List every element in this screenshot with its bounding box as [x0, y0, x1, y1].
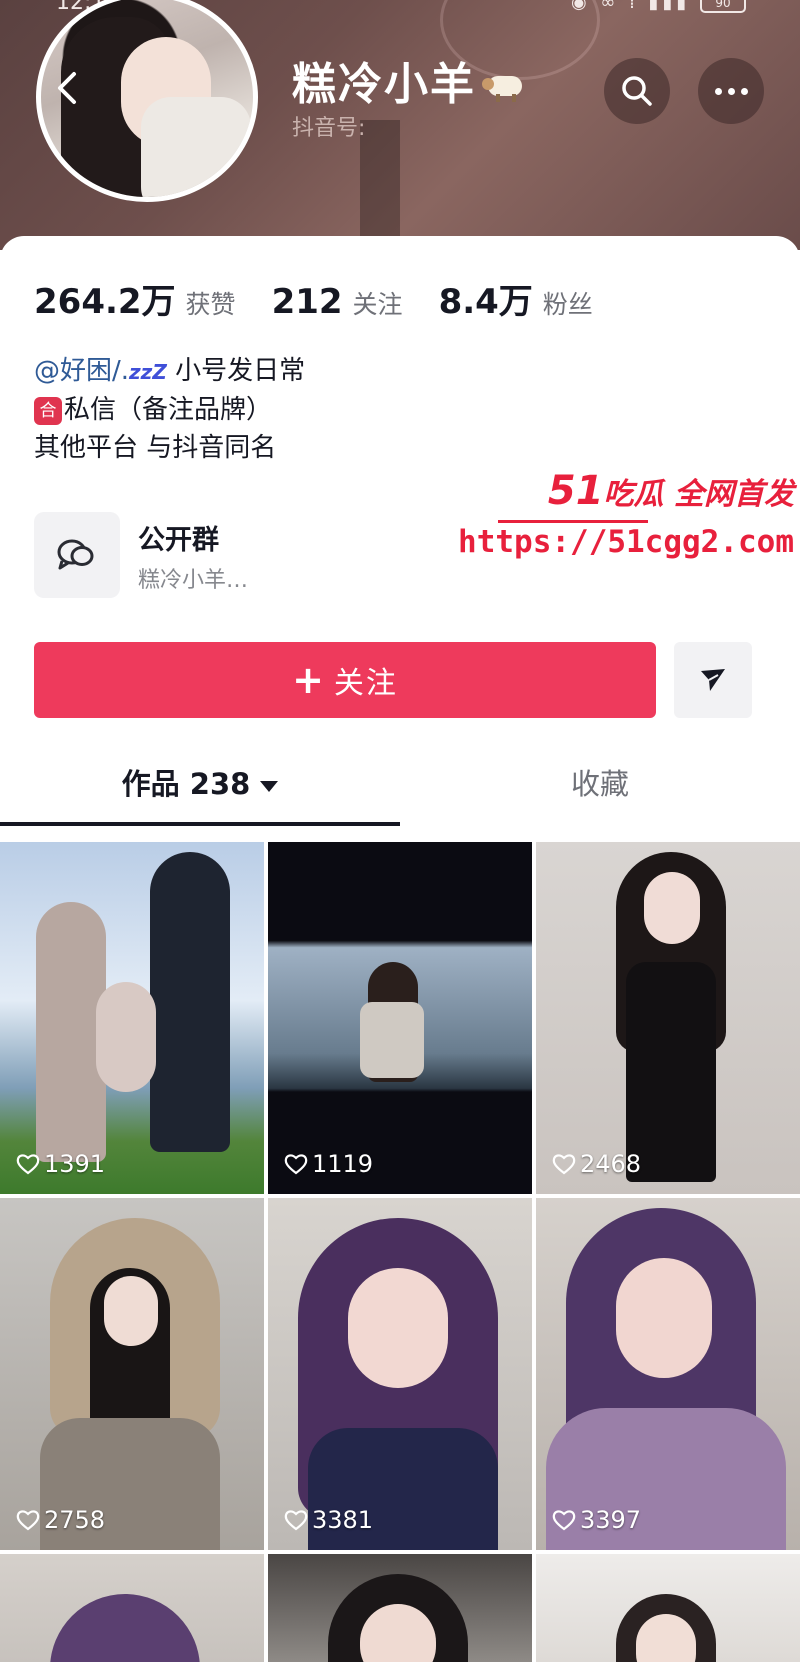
sleep-zzz-icon: zzZ	[129, 360, 167, 384]
like-count: 1391	[16, 1150, 105, 1178]
heart-icon	[552, 1154, 576, 1175]
status-icons: ◉ ∞ ⁞ ▮▮▮ 90	[571, 0, 746, 13]
profile-banner: 12:17 ◉ ∞ ⁞ ▮▮▮ 90 糕冷小羊 抖音号:	[0, 0, 800, 250]
watermark-brand-text: 吃瓜 全网首发	[603, 477, 794, 512]
tab-works[interactable]: 作品 238	[0, 746, 400, 826]
watermark-brand-number: 51	[547, 468, 604, 514]
caret-down-icon	[260, 780, 279, 792]
search-icon	[622, 76, 652, 106]
tab-works-label: 作品 238	[121, 767, 251, 801]
video-tile[interactable]: 2468	[536, 842, 800, 1194]
like-count-value: 3381	[312, 1506, 374, 1534]
heart-icon	[284, 1154, 308, 1175]
heart-icon	[552, 1510, 576, 1531]
battery-icon: 90	[700, 0, 746, 13]
stat-likes[interactable]: 264.2万 获赞	[34, 274, 236, 323]
more-icon	[714, 87, 748, 95]
watermark: 51吃瓜 全网首发 https://51cgg2.com	[458, 468, 794, 588]
bio-line: 其他平台 与抖音同名	[34, 433, 277, 463]
heart-icon	[16, 1510, 40, 1531]
watermark-url: https://51cgg2.com	[458, 524, 794, 560]
douyin-id-label: 抖音号:	[292, 116, 366, 141]
video-tile[interactable]: 3381	[268, 1198, 532, 1550]
like-count: 2468	[552, 1150, 641, 1178]
video-tile[interactable]	[536, 1554, 800, 1662]
bio-text: 私信（备注品牌）	[64, 395, 273, 425]
active-tab-indicator	[0, 822, 400, 826]
back-button[interactable]	[46, 66, 90, 110]
stat-value: 8.4万	[438, 282, 533, 322]
bio-line: @好困/.zzZ 小号发日常	[34, 352, 305, 391]
heart-icon	[16, 1154, 40, 1175]
profile-tabs: 作品 238 收藏	[0, 746, 800, 826]
search-button[interactable]	[604, 58, 670, 124]
group-chat-icon	[34, 512, 120, 598]
video-tile[interactable]: 1391	[0, 842, 264, 1194]
plus-icon: +	[292, 658, 326, 702]
like-count-value: 3397	[580, 1506, 642, 1534]
sheep-emoji-icon	[482, 72, 526, 102]
bio-mention-link[interactable]: @好困/.	[34, 356, 129, 386]
cooperation-badge-icon: 合	[34, 397, 62, 425]
group-title: 公开群	[138, 525, 219, 556]
video-tile[interactable]	[268, 1554, 532, 1662]
like-count-value: 2758	[44, 1506, 106, 1534]
profile-bio: @好困/.zzZ 小号发日常 合私信（备注品牌） 其他平台 与抖音同名	[34, 352, 305, 467]
follow-button[interactable]: + 关注	[34, 642, 656, 718]
like-count: 2758	[16, 1506, 105, 1534]
watermark-divider	[498, 520, 648, 523]
heart-icon	[284, 1510, 308, 1531]
like-count-value: 2468	[580, 1150, 642, 1178]
profile-stats: 264.2万 获赞 212 关注 8.4万 粉丝	[34, 274, 629, 323]
stat-label: 获赞	[185, 290, 236, 319]
video-tile[interactable]	[0, 1554, 264, 1662]
stat-value: 264.2万	[34, 282, 176, 322]
bio-line: 合私信（备注品牌）	[34, 391, 305, 429]
tab-favorites[interactable]: 收藏	[400, 746, 800, 826]
follow-label: 关注	[333, 666, 398, 701]
video-grid: 1391 1119 2468 2758 3381 3397	[0, 842, 800, 1662]
like-count-value: 1119	[312, 1150, 374, 1178]
like-count: 1119	[284, 1150, 373, 1178]
watermark-brand: 51吃瓜 全网首发	[548, 468, 794, 514]
nickname-text: 糕冷小羊	[292, 59, 476, 110]
send-icon	[701, 669, 725, 691]
stat-following[interactable]: 212 关注	[272, 282, 403, 322]
stat-label: 关注	[352, 290, 403, 319]
profile-nickname: 糕冷小羊	[292, 48, 526, 112]
stat-value: 212	[271, 282, 343, 322]
share-button[interactable]	[674, 642, 752, 718]
like-count-value: 1391	[44, 1150, 106, 1178]
group-subtitle: 糕冷小羊…	[138, 568, 249, 593]
bio-text: 小号发日常	[166, 356, 306, 386]
stat-label: 粉丝	[542, 290, 593, 319]
video-tile[interactable]: 1119	[268, 842, 532, 1194]
stat-followers[interactable]: 8.4万 粉丝	[439, 274, 593, 323]
video-tile[interactable]: 3397	[536, 1198, 800, 1550]
like-count: 3381	[284, 1506, 373, 1534]
more-button[interactable]	[698, 58, 764, 124]
banner-decoration	[360, 120, 400, 250]
video-tile[interactable]: 2758	[0, 1198, 264, 1550]
back-icon	[58, 72, 76, 104]
like-count: 3397	[552, 1506, 641, 1534]
